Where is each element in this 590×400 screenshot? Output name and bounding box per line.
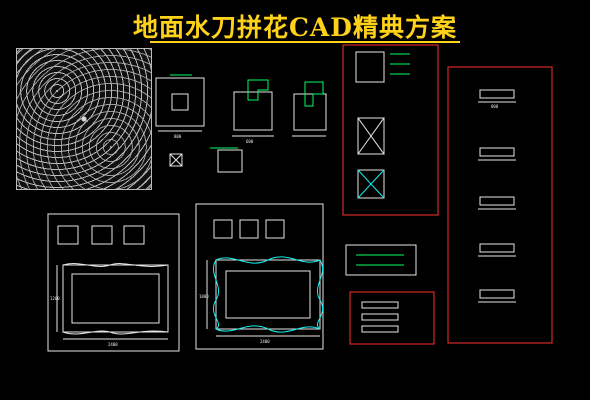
small-tile-cross — [169, 153, 183, 167]
middle-plan-height: 1800 — [199, 294, 209, 299]
lower-red-row-2 — [361, 313, 399, 321]
panel-hatch-2 — [357, 117, 385, 155]
panel-detail-1 — [355, 51, 385, 83]
left-plan-height: 1200 — [50, 296, 60, 301]
detail-corner-2 — [247, 79, 269, 101]
middle-detail-3 — [265, 219, 285, 239]
detail-box-2 — [233, 91, 273, 131]
detail-box-3 — [293, 93, 327, 131]
red-panel-border — [342, 44, 439, 216]
right-panel-rows — [478, 89, 516, 303]
left-detail-1 — [57, 225, 79, 245]
right-red-panel: 800 — [447, 66, 553, 344]
detail-box-1 — [155, 77, 205, 127]
middle-plan-width: 2400 — [260, 339, 270, 344]
left-plan-width: 2400 — [108, 342, 118, 347]
red-section-panel — [342, 44, 439, 216]
left-plan-inner — [71, 273, 160, 324]
middle-plan-inner — [225, 270, 311, 319]
middle-detail-1 — [213, 219, 233, 239]
right-dim-text: 800 — [491, 104, 499, 109]
lower-red-row-1 — [361, 301, 399, 309]
left-plan: 2400 1200 — [47, 213, 180, 352]
right-row-3 — [479, 196, 515, 206]
right-row-2 — [479, 147, 515, 157]
left-plan-border — [62, 264, 169, 333]
left-detail-2 — [91, 225, 113, 245]
cad-drawing-sheet: 800 600 800 2400 1200 2400 1800 — [47, 44, 553, 352]
lower-red-frame — [349, 291, 435, 345]
left-detail-3 — [123, 225, 145, 245]
right-row-1 — [479, 89, 515, 99]
panel-hatch-3 — [357, 169, 385, 199]
right-row-5 — [479, 289, 515, 299]
lower-red-row-3 — [361, 325, 399, 333]
right-row-4 — [479, 243, 515, 253]
middle-detail-2 — [239, 219, 259, 239]
lower-center-details — [345, 244, 435, 345]
middle-plan-border — [215, 259, 321, 330]
lower-detail-frame — [345, 244, 417, 276]
small-tile-2 — [217, 149, 243, 173]
middle-plan: 2400 1800 — [195, 203, 324, 350]
dim-text-2: 600 — [246, 139, 254, 144]
dim-text-1: 800 — [174, 134, 182, 139]
detail-inner-1 — [171, 93, 189, 111]
top-details: 800 600 — [155, 74, 327, 173]
